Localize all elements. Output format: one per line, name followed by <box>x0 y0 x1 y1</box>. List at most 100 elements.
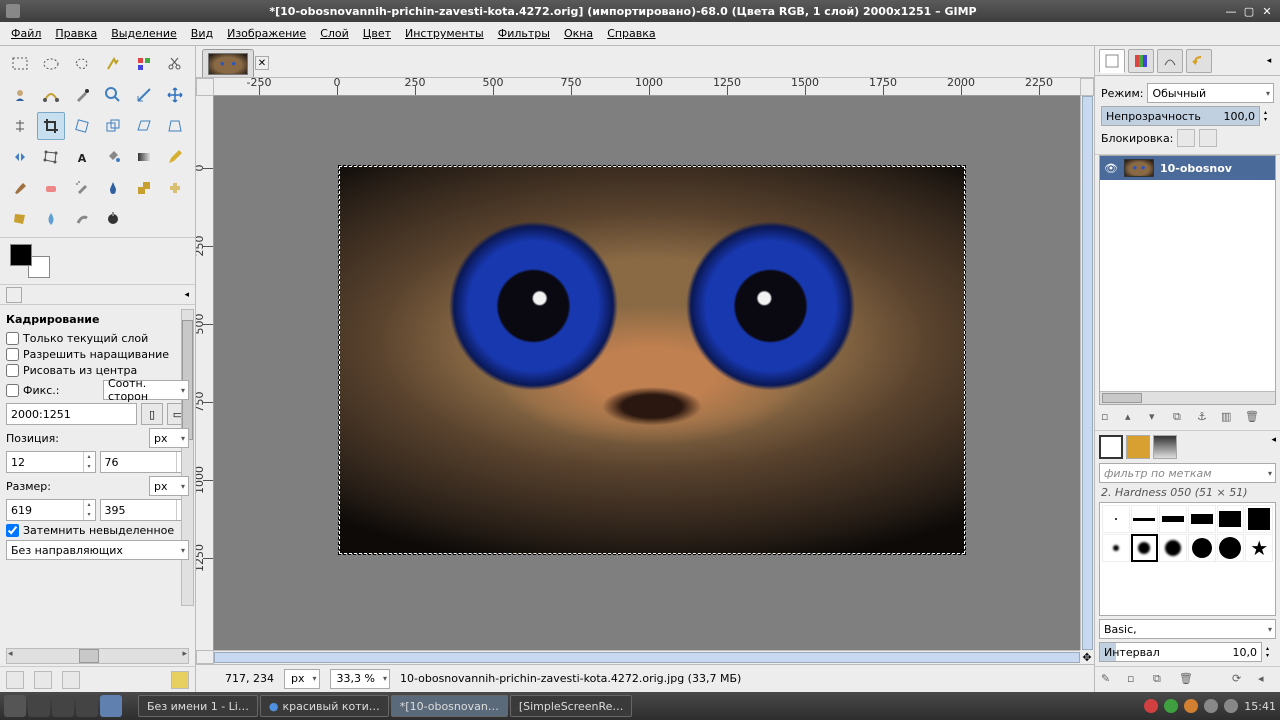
canvas[interactable] <box>214 96 1080 650</box>
brush-item[interactable] <box>1217 505 1245 533</box>
blend-tool[interactable] <box>130 143 158 171</box>
darken-checkbox[interactable] <box>6 524 19 537</box>
menu-help[interactable]: Справка <box>600 24 662 43</box>
layer-name[interactable]: 10-obosnov <box>1160 162 1232 175</box>
refresh-brushes-button[interactable]: ⟳ <box>1232 672 1248 688</box>
save-preset-button[interactable] <box>6 671 24 689</box>
brush-item[interactable] <box>1217 534 1245 562</box>
by-color-select-tool[interactable] <box>130 50 158 78</box>
tool-options-hscroll[interactable] <box>6 648 189 664</box>
dock-menu-icon[interactable]: ◂ <box>1262 54 1276 68</box>
raise-layer-button[interactable]: ▴ <box>1125 410 1141 426</box>
scale-tool[interactable] <box>99 112 127 140</box>
clock[interactable]: 15:41 <box>1244 700 1276 713</box>
position-x-input[interactable]: 12▴▾ <box>6 451 96 473</box>
taskbar-launcher[interactable] <box>76 695 98 717</box>
start-button[interactable] <box>4 695 26 717</box>
delete-preset-button[interactable] <box>62 671 80 689</box>
lock-pixels-icon[interactable] <box>1177 129 1195 147</box>
opacity-slider[interactable]: Непрозрачность 100,0 <box>1101 106 1260 126</box>
navigation-icon[interactable]: ✥ <box>1080 650 1094 664</box>
taskbar-launcher[interactable] <box>100 695 122 717</box>
cage-tool[interactable] <box>37 143 65 171</box>
brush-menu-icon[interactable]: ◂ <box>1258 672 1274 688</box>
spacing-slider[interactable]: Интервал 10,0 <box>1099 642 1262 662</box>
menu-tools[interactable]: Инструменты <box>398 24 491 43</box>
layer-mode-combo[interactable]: Обычный <box>1147 83 1274 103</box>
taskbar-item[interactable]: Без имени 1 - Li… <box>138 695 258 717</box>
allow-growing-checkbox[interactable] <box>6 348 19 361</box>
layer-visibility-icon[interactable]: 👁 <box>1104 162 1118 175</box>
layer-row[interactable]: 👁 10-obosnov <box>1100 156 1275 180</box>
size-unit-combo[interactable]: px <box>149 476 189 496</box>
canvas-hscroll[interactable] <box>214 650 1080 664</box>
pencil-tool[interactable] <box>161 143 189 171</box>
aspect-input[interactable]: 2000:1251 <box>6 403 137 425</box>
restore-preset-button[interactable] <box>34 671 52 689</box>
fixed-checkbox[interactable] <box>6 384 19 397</box>
brush-item[interactable] <box>1188 534 1216 562</box>
perspective-clone-tool[interactable] <box>6 205 34 233</box>
text-tool[interactable]: A <box>68 143 96 171</box>
blur-tool[interactable] <box>37 205 65 233</box>
menu-select[interactable]: Выделение <box>104 24 184 43</box>
menu-file[interactable]: Файл <box>4 24 48 43</box>
duplicate-layer-button[interactable]: ⧉ <box>1173 410 1189 426</box>
foreground-select-tool[interactable] <box>6 81 34 109</box>
brush-dock-menu-icon[interactable]: ◂ <box>1271 435 1276 459</box>
airbrush-tool[interactable] <box>68 174 96 202</box>
scissors-tool[interactable] <box>161 50 189 78</box>
color-picker-tool[interactable] <box>68 81 96 109</box>
tool-options-scrollbar[interactable] <box>181 309 194 606</box>
rotate-tool[interactable] <box>68 112 96 140</box>
close-button[interactable]: ✕ <box>1260 4 1274 18</box>
brush-item[interactable] <box>1188 505 1216 533</box>
tray-icon[interactable] <box>1164 699 1178 713</box>
lock-alpha-icon[interactable] <box>1199 129 1217 147</box>
rect-select-tool[interactable] <box>6 50 34 78</box>
horizontal-ruler[interactable]: -2500250500750100012501500175020002250 <box>214 78 1080 96</box>
align-tool[interactable] <box>6 112 34 140</box>
taskbar-item[interactable]: [SimpleScreenRe… <box>510 695 633 717</box>
duplicate-brush-button[interactable]: ⧉ <box>1153 672 1169 688</box>
brush-item[interactable] <box>1102 505 1130 533</box>
clone-tool[interactable] <box>130 174 158 202</box>
menu-image[interactable]: Изображение <box>220 24 313 43</box>
undo-tab[interactable] <box>1186 49 1212 73</box>
layers-tab[interactable] <box>1099 49 1125 73</box>
crop-tool[interactable] <box>37 112 65 140</box>
position-unit-combo[interactable]: px <box>149 428 189 448</box>
layer-list-hscroll[interactable] <box>1100 391 1275 404</box>
paths-tab[interactable] <box>1157 49 1183 73</box>
brush-filter-input[interactable]: фильтр по меткам <box>1099 463 1276 483</box>
brush-item[interactable] <box>1131 534 1159 562</box>
vertical-ruler[interactable]: 025050075010001250 <box>196 96 214 650</box>
size-h-input[interactable]: 395▴▾ <box>100 499 190 521</box>
layer-list[interactable]: 👁 10-obosnov <box>1099 155 1276 405</box>
fixed-mode-combo[interactable]: Соотн. сторон <box>103 380 189 400</box>
fuzzy-select-tool[interactable] <box>99 50 127 78</box>
ruler-corner[interactable] <box>196 78 214 96</box>
brush-item[interactable] <box>1159 534 1187 562</box>
zoom-combo[interactable]: 33,3 % <box>330 669 390 689</box>
brushes-tab[interactable] <box>1099 435 1123 459</box>
channels-tab[interactable] <box>1128 49 1154 73</box>
new-brush-button[interactable]: ▫ <box>1127 672 1143 688</box>
menu-filters[interactable]: Фильтры <box>491 24 557 43</box>
move-tool[interactable] <box>161 81 189 109</box>
portrait-button[interactable]: ▯ <box>141 403 163 425</box>
perspective-tool[interactable] <box>161 112 189 140</box>
ink-tool[interactable] <box>99 174 127 202</box>
eraser-tool[interactable] <box>37 174 65 202</box>
merge-layer-button[interactable]: ▥ <box>1221 410 1237 426</box>
ellipse-select-tool[interactable] <box>37 50 65 78</box>
tray-icon[interactable] <box>1204 699 1218 713</box>
brush-preset-combo[interactable]: Basic, <box>1099 619 1276 639</box>
reset-button[interactable] <box>171 671 189 689</box>
lower-layer-button[interactable]: ▾ <box>1149 410 1165 426</box>
menu-windows[interactable]: Окна <box>557 24 600 43</box>
brush-item[interactable]: ★ <box>1245 534 1273 562</box>
brush-item[interactable] <box>1131 505 1159 533</box>
new-layer-button[interactable]: ▫ <box>1101 410 1117 426</box>
brush-grid[interactable]: ★ <box>1099 502 1276 616</box>
